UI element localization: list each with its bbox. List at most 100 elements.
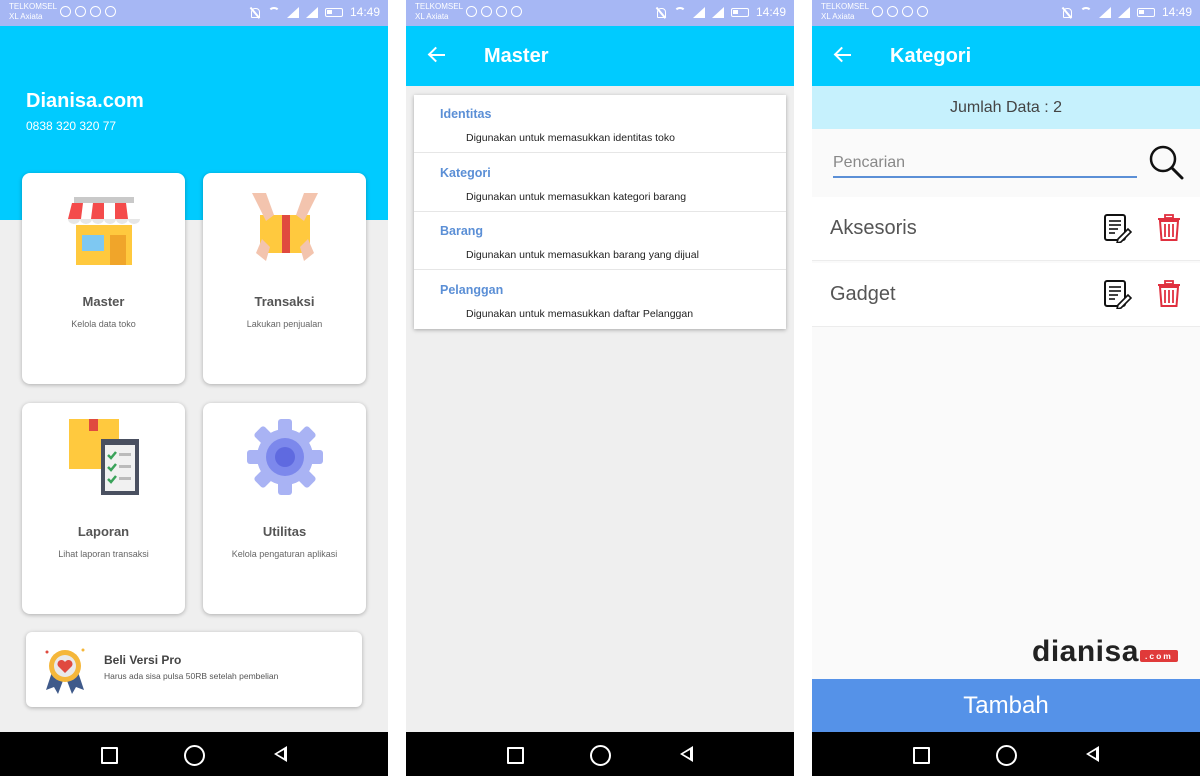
notification-icons	[872, 6, 928, 17]
signal-icon	[286, 6, 299, 18]
buy-pro-banner[interactable]: Beli Versi Pro Harus ada sisa pulsa 50RB…	[26, 632, 362, 707]
card-master-subtitle: Kelola data toko	[71, 319, 136, 329]
chat-icon	[60, 6, 71, 17]
home-icon[interactable]	[996, 745, 1017, 766]
carrier-primary: TELKOMSEL	[9, 2, 58, 11]
carrier-info: TELKOMSEL XL Axiata	[821, 2, 869, 22]
recent-apps-icon[interactable]	[99, 745, 119, 765]
battery-icon	[730, 7, 749, 17]
app-bar: Master	[406, 26, 794, 86]
arrow-back-icon[interactable]	[832, 44, 854, 66]
menu-item-desc: Digunakan untuk memasukkan barang yang d…	[466, 249, 699, 261]
menu-item-desc: Digunakan untuk memasukkan daftar Pelang…	[466, 308, 694, 320]
gear-icon	[246, 419, 323, 495]
carrier-secondary: XL Axiata	[415, 12, 449, 21]
notification-icons	[60, 6, 116, 17]
page-title: Master	[484, 45, 549, 67]
edit-icon[interactable]	[1102, 213, 1132, 243]
card-master-title: Master	[82, 294, 125, 309]
card-laporan[interactable]: Laporan Lihat laporan transaksi	[22, 403, 185, 614]
box-hands-icon	[251, 193, 318, 261]
wifi-icon	[267, 6, 280, 18]
status-bar: TELKOMSEL XL Axiata 14:49	[812, 0, 1200, 26]
card-laporan-title: Laporan	[77, 524, 130, 539]
clock: 14:49	[755, 5, 786, 19]
home-icon[interactable]	[184, 745, 205, 766]
page-title: Kategori	[890, 45, 972, 67]
wifi-icon	[1079, 6, 1092, 18]
signal-icon	[1098, 6, 1111, 18]
chat-icon	[872, 6, 883, 17]
carrier-primary: TELKOMSEL	[821, 2, 870, 11]
play-icon	[481, 6, 492, 17]
search-icon[interactable]	[1148, 144, 1184, 180]
add-button[interactable]: Tambah	[812, 679, 1200, 732]
signal-icon	[711, 6, 724, 18]
chat-icon	[466, 6, 477, 17]
play-icon	[75, 6, 86, 17]
mute-icon	[655, 7, 667, 18]
carrier-secondary: XL Axiata	[821, 12, 855, 21]
home-icon[interactable]	[590, 745, 611, 766]
mute-icon	[249, 7, 261, 18]
menu-item-kategori[interactable]: Kategori Digunakan untuk memasukkan kate…	[414, 154, 786, 212]
card-utilitas-title: Utilitas	[262, 524, 307, 539]
instagram-icon	[496, 6, 507, 17]
recent-apps-icon[interactable]	[911, 745, 931, 765]
carrier-info: TELKOMSEL XL Axiata	[9, 2, 57, 22]
card-transaksi-subtitle: Lakukan penjualan	[246, 319, 323, 329]
search-input[interactable]	[833, 150, 1137, 178]
circle-icon	[105, 6, 116, 17]
menu-item-title: Identitas	[440, 107, 492, 121]
card-transaksi-title: Transaksi	[254, 294, 315, 309]
menu-item-desc: Digunakan untuk memasukkan kategori bara…	[466, 191, 687, 203]
clock: 14:49	[349, 5, 380, 19]
back-icon[interactable]	[271, 745, 291, 765]
menu-item-title: Kategori	[440, 166, 491, 180]
menu-item-identitas[interactable]: Identitas Digunakan untuk memasukkan ide…	[414, 95, 786, 153]
list-item[interactable]: Aksesoris	[812, 197, 1200, 261]
arrow-back-icon[interactable]	[426, 44, 448, 66]
list-item[interactable]: Gadget	[812, 263, 1200, 327]
back-icon[interactable]	[1083, 745, 1103, 765]
system-icons: 14:49	[1061, 5, 1192, 19]
delete-icon[interactable]	[1156, 280, 1182, 308]
instagram-icon	[90, 6, 101, 17]
master-menu-list: Identitas Digunakan untuk memasukkan ide…	[414, 95, 786, 329]
edit-icon[interactable]	[1102, 279, 1132, 309]
card-laporan-subtitle: Lihat laporan transaksi	[58, 549, 149, 559]
back-icon[interactable]	[677, 745, 697, 765]
card-transaksi[interactable]: Transaksi Lakukan penjualan	[203, 173, 366, 384]
battery-icon	[1136, 7, 1155, 17]
system-icons: 14:49	[249, 5, 380, 19]
circle-icon	[511, 6, 522, 17]
menu-item-title: Barang	[440, 224, 484, 238]
pro-title: Beli Versi Pro	[104, 653, 182, 667]
carrier-secondary: XL Axiata	[9, 12, 43, 21]
menu-item-barang[interactable]: Barang Digunakan untuk memasukkan barang…	[414, 212, 786, 270]
instagram-icon	[902, 6, 913, 17]
delete-icon[interactable]	[1156, 214, 1182, 242]
award-badge-icon	[45, 648, 85, 694]
status-bar: TELKOMSEL XL Axiata 14:49	[0, 0, 388, 26]
carrier-primary: TELKOMSEL	[415, 2, 464, 11]
carrier-info: TELKOMSEL XL Axiata	[415, 2, 463, 22]
navigation-bar	[0, 732, 388, 776]
menu-item-pelanggan[interactable]: Pelanggan Digunakan untuk memasukkan daf…	[414, 271, 786, 329]
card-utilitas-subtitle: Kelola pengaturan aplikasi	[231, 549, 338, 559]
data-count-label: Jumlah Data : 2	[812, 86, 1200, 129]
navigation-bar	[812, 732, 1200, 776]
card-master[interactable]: Master Kelola data toko	[22, 173, 185, 384]
status-bar: TELKOMSEL XL Axiata 14:49	[406, 0, 794, 26]
watermark-logo: dianisa	[1032, 635, 1139, 668]
master-screen: TELKOMSEL XL Axiata 14:49 Master Identit…	[406, 0, 794, 776]
signal-icon	[305, 6, 318, 18]
menu-item-title: Pelanggan	[440, 283, 504, 297]
brand-title: Dianisa.com	[26, 90, 144, 112]
card-utilitas[interactable]: Utilitas Kelola pengaturan aplikasi	[203, 403, 366, 614]
app-bar: Kategori	[812, 26, 1200, 86]
signal-icon	[1117, 6, 1130, 18]
list-item-label: Aksesoris	[830, 217, 917, 239]
recent-apps-icon[interactable]	[505, 745, 525, 765]
list-item-label: Gadget	[830, 283, 896, 305]
